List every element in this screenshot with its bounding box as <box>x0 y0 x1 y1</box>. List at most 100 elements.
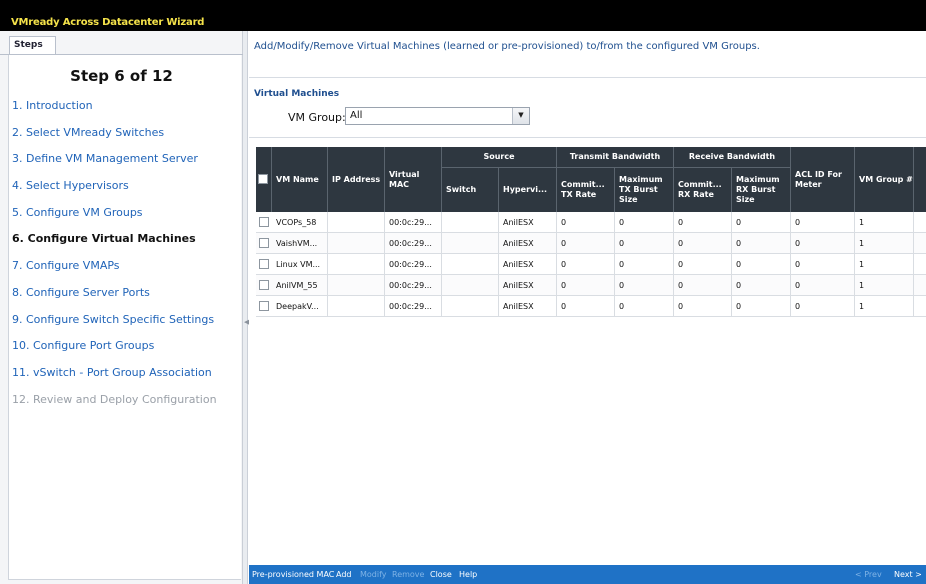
cell-vm-name: Linux VM... <box>272 254 328 275</box>
divider <box>249 137 926 138</box>
cell-acl-id: 0 <box>791 275 855 296</box>
panel-splitter[interactable] <box>243 31 248 584</box>
table-row[interactable]: AnilVM_55 00:0c:29... AnilESX 0 0 0 0 0 … <box>256 275 926 296</box>
cell-vm-group: 1 <box>855 212 914 233</box>
row-checkbox[interactable] <box>259 301 269 311</box>
group-receive-bandwidth: Receive Bandwidth <box>674 147 791 168</box>
col-switch[interactable]: Switch <box>442 168 499 212</box>
step-configure-server-ports[interactable]: 8. Configure Server Ports <box>12 280 217 307</box>
col-vm-group[interactable]: VM Group # <box>855 147 914 212</box>
cell-acl-id: 0 <box>791 254 855 275</box>
cell-tx-max-burst: 0 <box>615 233 674 254</box>
col-rx-max-burst[interactable]: Maximum RX Burst Size <box>732 168 791 212</box>
cell-switch <box>442 233 499 254</box>
steps-tab[interactable]: Steps <box>9 36 56 55</box>
cell-ip-address <box>328 275 385 296</box>
action-bar: Pre-provisioned MAC Add Modify Remove Cl… <box>249 565 926 584</box>
cell-hypervisor: AnilESX <box>499 296 557 317</box>
pre-provisioned-mac-button[interactable]: Pre-provisioned MAC <box>252 570 334 579</box>
step-review-and-deploy: 12. Review and Deploy Configuration <box>12 392 217 406</box>
cell-vm-name: AnilVM_55 <box>272 275 328 296</box>
help-button[interactable]: Help <box>459 570 477 579</box>
close-button[interactable]: Close <box>430 570 452 579</box>
cell-vm-group: 1 <box>855 233 914 254</box>
cell-ip-address <box>328 212 385 233</box>
cell-tx-commit-rate: 0 <box>557 212 615 233</box>
step-list: 1. Introduction 2. Select VMready Switch… <box>12 93 217 413</box>
next-button[interactable]: Next > <box>894 570 922 579</box>
vm-table: VM Name IP Address Virtual MAC Source Sw… <box>256 147 926 317</box>
step-introduction[interactable]: 1. Introduction <box>12 93 217 120</box>
cell-acl-id: 0 <box>791 233 855 254</box>
col-hypervisor[interactable]: Hypervi... <box>499 168 557 212</box>
step-vswitch-port-group-association[interactable]: 11. vSwitch - Port Group Association <box>12 360 217 387</box>
table-body: VCOPs_58 00:0c:29... AnilESX 0 0 0 0 0 1… <box>256 212 926 317</box>
table-row[interactable]: Linux VM... 00:0c:29... AnilESX 0 0 0 0 … <box>256 254 926 275</box>
title-bar: VMready Across Datacenter Wizard <box>0 0 926 31</box>
col-vm-name[interactable]: VM Name <box>272 147 328 212</box>
table-header: VM Name IP Address Virtual MAC Source Sw… <box>256 147 926 212</box>
col-tx-commit-rate[interactable]: Commit... TX Rate <box>557 168 615 212</box>
table-row[interactable]: VaishVM... 00:0c:29... AnilESX 0 0 0 0 0… <box>256 233 926 254</box>
row-checkbox[interactable] <box>259 280 269 290</box>
modify-button: Modify <box>360 570 387 579</box>
cell-ip-address <box>328 296 385 317</box>
checkbox-column-header <box>256 147 272 212</box>
cell-switch <box>442 296 499 317</box>
cell-switch <box>442 254 499 275</box>
cell-rx-max-burst: 0 <box>732 233 791 254</box>
cell-hypervisor: AnilESX <box>499 233 557 254</box>
row-checkbox[interactable] <box>259 238 269 248</box>
cell-tx-commit-rate: 0 <box>557 275 615 296</box>
col-tx-max-burst[interactable]: Maximum TX Burst Size <box>615 168 674 212</box>
cell-vm-group: 1 <box>855 254 914 275</box>
window-title: VMready Across Datacenter Wizard <box>11 17 205 28</box>
step-configure-port-groups[interactable]: 10. Configure Port Groups <box>12 333 217 360</box>
col-virtual-mac[interactable]: Virtual MAC <box>385 147 442 212</box>
instruction-text: Add/Modify/Remove Virtual Machines (lear… <box>254 41 760 52</box>
chevron-down-icon[interactable]: ▼ <box>512 108 529 124</box>
cell-tx-commit-rate: 0 <box>557 233 615 254</box>
add-button[interactable]: Add <box>336 570 352 579</box>
cell-acl-id: 0 <box>791 296 855 317</box>
cell-virtual-mac: 00:0c:29... <box>385 212 442 233</box>
step-define-vm-management-server[interactable]: 3. Define VM Management Server <box>12 146 217 173</box>
group-transmit-bandwidth: Transmit Bandwidth <box>557 147 674 168</box>
col-acl-id[interactable]: ACL ID For Meter <box>791 147 855 212</box>
step-configure-vmaps[interactable]: 7. Configure VMAPs <box>12 253 217 280</box>
cell-tx-max-burst: 0 <box>615 275 674 296</box>
col-ip-address[interactable]: IP Address <box>328 147 385 212</box>
cell-rx-max-burst: 0 <box>732 254 791 275</box>
cell-virtual-mac: 00:0c:29... <box>385 296 442 317</box>
main-panel: Add/Modify/Remove Virtual Machines (lear… <box>249 31 926 584</box>
cell-tx-commit-rate: 0 <box>557 296 615 317</box>
col-rx-commit-rate[interactable]: Commit... RX Rate <box>674 168 732 212</box>
steps-panel: Steps Step 6 of 12 1. Introduction 2. Se… <box>0 31 243 584</box>
cell-vm-group: 1 <box>855 275 914 296</box>
row-checkbox[interactable] <box>259 259 269 269</box>
cell-switch <box>442 212 499 233</box>
cell-vm-name: VCOPs_58 <box>272 212 328 233</box>
cell-rx-max-burst: 0 <box>732 212 791 233</box>
cell-virtual-mac: 00:0c:29... <box>385 275 442 296</box>
vm-group-label: VM Group: <box>288 111 346 124</box>
prev-button: < Prev <box>855 570 882 579</box>
cell-hypervisor: AnilESX <box>499 254 557 275</box>
cell-rx-max-burst: 0 <box>732 296 791 317</box>
cell-acl-id: 0 <box>791 212 855 233</box>
step-select-vmready-switches[interactable]: 2. Select VMready Switches <box>12 120 217 147</box>
cell-switch <box>442 275 499 296</box>
step-configure-vm-groups[interactable]: 5. Configure VM Groups <box>12 200 217 227</box>
header-filler <box>914 147 926 212</box>
divider <box>249 77 926 78</box>
step-select-hypervisors[interactable]: 4. Select Hypervisors <box>12 173 217 200</box>
vm-group-select[interactable]: All ▼ <box>345 107 530 125</box>
table-row[interactable]: DeepakV... 00:0c:29... AnilESX 0 0 0 0 0… <box>256 296 926 317</box>
vm-group-value: All <box>350 110 363 121</box>
section-title: Virtual Machines <box>254 89 340 99</box>
cell-tx-max-burst: 0 <box>615 212 674 233</box>
table-row[interactable]: VCOPs_58 00:0c:29... AnilESX 0 0 0 0 0 1 <box>256 212 926 233</box>
step-configure-virtual-machines: 6. Configure Virtual Machines <box>12 232 196 246</box>
row-checkbox[interactable] <box>259 217 269 227</box>
step-configure-switch-specific-settings[interactable]: 9. Configure Switch Specific Settings <box>12 307 217 334</box>
